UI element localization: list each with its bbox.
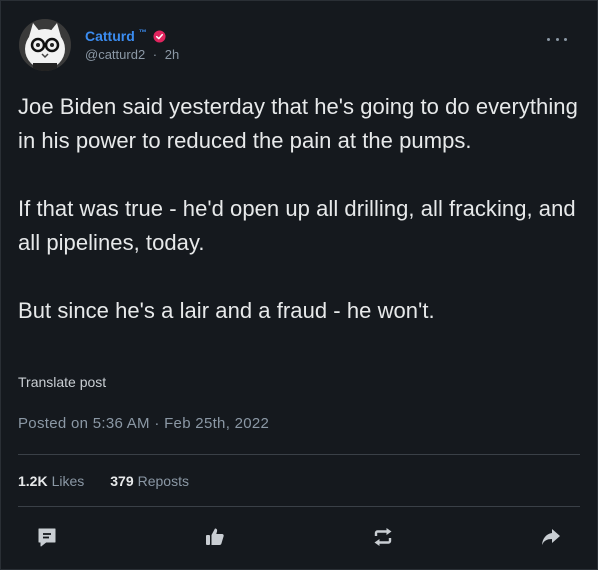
separator: · <box>152 47 158 62</box>
tweet-card: Catturd ™ @catturd2 · 2h Joe Biden said … <box>0 0 598 570</box>
reply-button[interactable] <box>35 525 59 549</box>
author-name-row[interactable]: Catturd ™ <box>85 27 166 45</box>
verified-badge-icon <box>153 29 166 43</box>
divider <box>18 454 580 455</box>
trademark-mark: ™ <box>138 27 147 37</box>
action-bar <box>1 525 597 551</box>
thumbs-up-icon <box>206 528 224 545</box>
repost-button[interactable] <box>371 525 395 549</box>
tweet-text: Joe Biden said yesterday that he's going… <box>18 90 578 328</box>
time-ago[interactable]: 2h <box>165 47 179 62</box>
like-button[interactable] <box>203 525 227 549</box>
likes-label: Likes <box>51 473 85 489</box>
repost-icon <box>374 528 392 546</box>
reply-icon <box>38 528 56 547</box>
share-button[interactable] <box>539 525 563 549</box>
likes-count: 1.2K <box>18 473 48 489</box>
likes-stat[interactable]: 1.2K Likes <box>18 473 84 489</box>
share-icon <box>542 529 560 545</box>
translate-post-link[interactable]: Translate post <box>18 374 106 390</box>
reposts-count: 379 <box>110 473 134 489</box>
tweet-paragraph: But since he's a lair and a fraud - he w… <box>18 298 435 323</box>
tweet-paragraph: If that was true - he'd open up all dril… <box>18 196 576 255</box>
avatar[interactable] <box>19 19 71 71</box>
cat-avatar-icon <box>19 19 71 71</box>
handle[interactable]: @catturd2 <box>85 47 145 62</box>
more-options-icon[interactable] <box>547 35 567 43</box>
divider <box>18 506 580 507</box>
reposts-stat[interactable]: 379 Reposts <box>110 473 189 489</box>
engagement-stats: 1.2K Likes 379 Reposts <box>18 473 189 489</box>
display-name[interactable]: Catturd <box>85 28 135 44</box>
reposts-label: Reposts <box>137 473 189 489</box>
posted-timestamp: Posted on 5:36 AM · Feb 25th, 2022 <box>18 415 270 432</box>
handle-row: @catturd2 · 2h <box>85 47 179 62</box>
tweet-paragraph: Joe Biden said yesterday that he's going… <box>18 94 578 153</box>
